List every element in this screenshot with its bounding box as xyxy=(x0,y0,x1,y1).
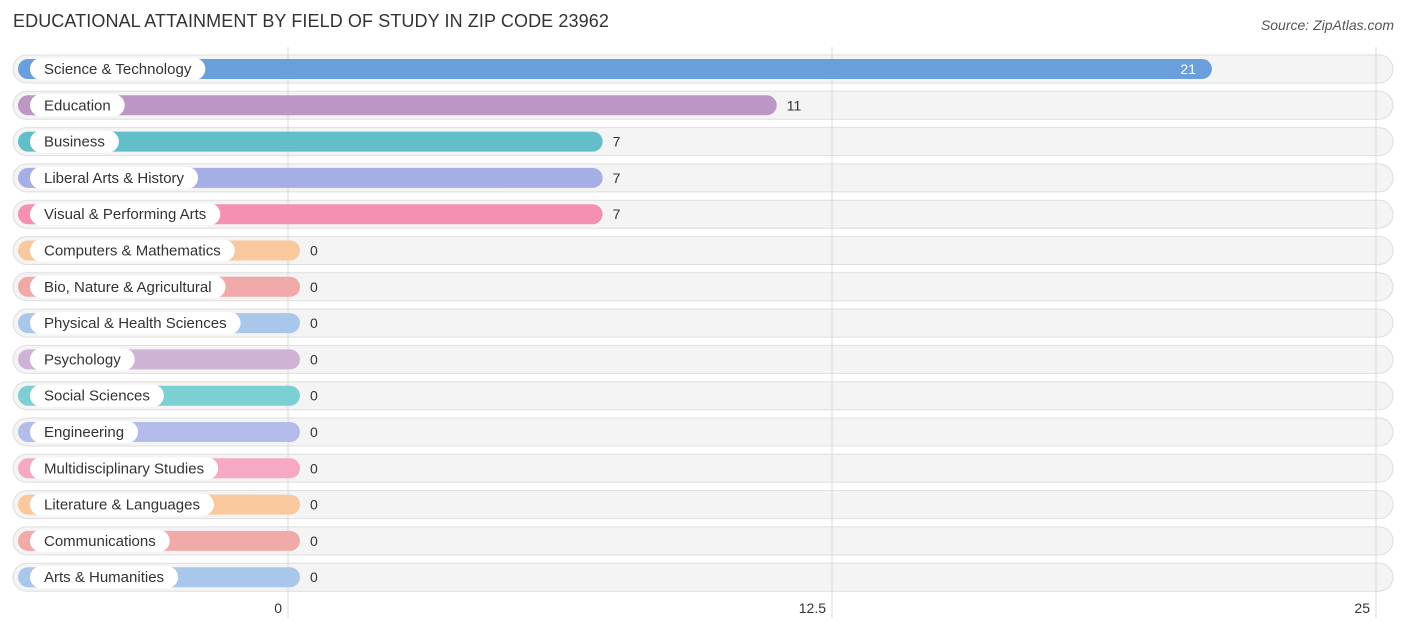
bar-group: Bio, Nature & Agricultural 0 xyxy=(18,275,318,298)
value-label: 0 xyxy=(310,424,318,440)
value-label: 0 xyxy=(310,279,318,295)
bar-group: Science & Technology 21 xyxy=(18,58,1212,80)
x-tick-label: 25 xyxy=(1354,600,1370,616)
category-label: Business xyxy=(44,134,105,151)
category-label: Physical & Health Sciences xyxy=(44,315,227,332)
value-label: 0 xyxy=(310,569,318,585)
category-label: Bio, Nature & Agricultural xyxy=(44,279,212,296)
value-label: 11 xyxy=(787,97,802,113)
bar-group: Liberal Arts & History 7 xyxy=(18,166,621,189)
bar[interactable] xyxy=(18,95,777,116)
category-label: Arts & Humanities xyxy=(44,569,164,586)
value-label: 7 xyxy=(613,170,621,186)
bar-group: Visual & Performing Arts 7 xyxy=(18,203,621,226)
x-tick-label: 12.5 xyxy=(799,600,826,616)
bar-group: Engineering 0 xyxy=(18,421,318,443)
category-label: Visual & Performing Arts xyxy=(44,206,206,223)
value-label: 0 xyxy=(310,243,318,259)
bar-group: Literature & Languages 0 xyxy=(18,493,318,516)
category-label: Multidisciplinary Studies xyxy=(44,460,204,477)
category-label: Communications xyxy=(44,533,156,550)
bar-chart: Science & Technology 21 Education 11 Busines… xyxy=(12,47,1394,618)
value-label: 7 xyxy=(613,134,621,150)
bar-group: Physical & Health Sciences 0 xyxy=(18,312,318,335)
category-label: Engineering xyxy=(44,424,124,441)
value-label: 21 xyxy=(1180,61,1196,77)
bar-group: Multidisciplinary Studies 0 xyxy=(18,457,318,480)
bar-group: Psychology 0 xyxy=(18,348,318,371)
category-label: Social Sciences xyxy=(44,388,150,405)
category-label: Computers & Mathematics xyxy=(44,243,221,260)
category-label: Science & Technology xyxy=(44,61,192,78)
value-label: 0 xyxy=(310,533,318,549)
category-label: Education xyxy=(44,97,111,114)
value-label: 7 xyxy=(613,206,621,222)
value-label: 0 xyxy=(310,497,318,513)
bar-group: Social Sciences 0 xyxy=(18,384,318,407)
category-label: Psychology xyxy=(44,351,121,368)
value-label: 0 xyxy=(310,315,318,331)
value-label: 0 xyxy=(310,351,318,367)
category-label: Literature & Languages xyxy=(44,497,200,514)
x-axis-ticks: 0 12.5 25 xyxy=(274,600,1370,616)
category-label: Liberal Arts & History xyxy=(44,170,185,187)
bar-group: Education 11 xyxy=(18,94,802,117)
bar-group: Arts & Humanities 0 xyxy=(18,566,318,589)
value-label: 0 xyxy=(310,388,318,404)
x-tick-label: 0 xyxy=(274,600,282,616)
bar-group: Computers & Mathematics 0 xyxy=(18,239,318,262)
bar-group: Communications 0 xyxy=(18,529,318,552)
bar-group: Business 7 xyxy=(18,130,621,153)
value-label: 0 xyxy=(310,460,318,476)
